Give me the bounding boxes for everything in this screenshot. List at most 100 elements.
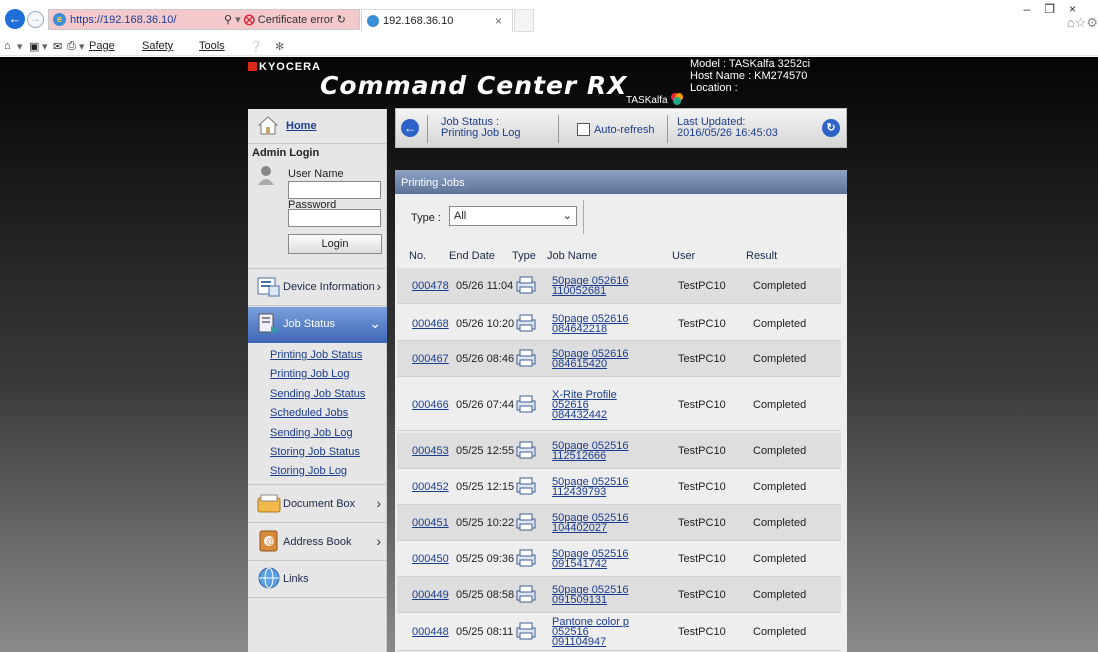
research-icon[interactable]: ✻ [275,40,284,53]
job-number-link[interactable]: 000467 [412,353,449,365]
help-icon[interactable]: ❔ [249,40,263,53]
sub-sending-job-log[interactable]: Sending Job Log [270,427,353,439]
sub-printing-job-log[interactable]: Printing Job Log [270,368,350,380]
browser-back-button[interactable]: ← [5,9,25,29]
browser-forward-button[interactable]: → [27,11,44,28]
device-information-icon [257,277,280,297]
job-name-link[interactable]: 50page 052516 091509131 [552,585,628,606]
search-icon[interactable]: ⚲ [224,14,232,26]
window-controls[interactable]: –❐× [1024,2,1090,16]
sub-storing-job-log[interactable]: Storing Job Log [270,465,347,477]
job-number-link[interactable]: 000449 [412,589,449,601]
job-name-line[interactable]: 091541742 [552,559,628,570]
address-bar[interactable]: e https://192.168.36.10/ ⚲ ▾ ⨂ Certifica… [48,9,360,30]
sidebar-item-links[interactable]: Links [248,562,387,596]
col-job-name: Job Name [547,250,598,262]
feeds-icon[interactable]: ▣ [29,40,39,53]
end-date: 05/25 09:36 [456,553,515,565]
cert-error-icon[interactable]: ⨂ [244,14,255,26]
job-name-line[interactable]: 084642218 [552,324,628,335]
job-name-link[interactable]: X-Rite Profile 052616 084432442 [552,390,617,421]
chevron-down-icon: ⌄ [369,315,381,331]
result-cell: Completed [753,318,807,330]
sidebar-item-address-book[interactable]: @ Address Book › [248,525,387,559]
job-name-link[interactable]: 50page 052616 084642218 [552,314,628,335]
printer-icon [516,314,536,332]
user-name-field[interactable] [288,181,381,199]
job-name-line[interactable]: 091509131 [552,595,628,606]
new-tab-button[interactable] [514,9,534,32]
job-name-link[interactable]: 50page 052516 091541742 [552,549,628,570]
browser-tab[interactable]: 192.168.36.10 × [361,9,513,32]
job-number-link[interactable]: 000468 [412,318,449,330]
sub-sending-job-status[interactable]: Sending Job Status [270,388,365,400]
job-name-line[interactable]: 084432442 [552,410,617,421]
login-button[interactable]: Login [288,234,382,254]
type-select-value: All [454,210,467,222]
job-name-link[interactable]: 50page 052516 112512666 [552,441,628,462]
refresh-icon[interactable]: ↻ [822,119,840,137]
job-number-link[interactable]: 000450 [412,553,449,565]
sidebar-item-device-information[interactable]: Device Information › [248,270,387,304]
job-name-link[interactable]: 50page 052616 084615420 [552,349,628,370]
job-status-title: Job Status : Printing Job Log [441,116,521,139]
job-number-link[interactable]: 000451 [412,517,449,529]
user-cell: TestPC10 [678,481,726,493]
job-name-line[interactable]: 112439793 [552,487,628,498]
job-number-link[interactable]: 000453 [412,445,449,457]
sidebar-home[interactable]: Home [248,109,387,143]
sub-scheduled-jobs[interactable]: Scheduled Jobs [270,407,348,419]
job-name-line[interactable]: 110052681 [552,286,628,297]
job-number-link[interactable]: 000452 [412,481,449,493]
job-number-link[interactable]: 000478 [412,280,449,292]
job-number-link[interactable]: 000448 [412,626,449,638]
end-date: 05/25 12:15 [456,481,515,493]
cert-error-label[interactable]: Certificate error [258,14,334,26]
password-field[interactable] [288,209,381,227]
home-icon[interactable]: ⌂ [4,40,11,52]
job-name-link[interactable]: 50page 052616 110052681 [552,276,628,297]
user-cell: TestPC10 [678,280,726,292]
admin-login-title: Admin Login [252,147,320,159]
auto-refresh-label[interactable]: Auto-refresh [594,124,655,136]
job-name-link[interactable]: 50page 052516 104402027 [552,513,628,534]
user-cell: TestPC10 [678,318,726,330]
job-name-line[interactable]: 084615420 [552,359,628,370]
job-name-link[interactable]: 50page 052516 112439793 [552,477,628,498]
job-number-link[interactable]: 000466 [412,399,449,411]
sub-storing-job-status[interactable]: Storing Job Status [270,446,360,458]
type-select[interactable]: All ⌄ [449,206,577,226]
safety-menu[interactable]: Safety [142,40,173,52]
tools-menu[interactable]: Tools [199,40,225,52]
refresh-icon[interactable]: ↻ [337,14,346,26]
user-cell: TestPC10 [678,517,726,529]
mail-icon[interactable]: ✉ [53,40,62,53]
col-result: Result [746,250,778,262]
job-name-link[interactable]: Pantone color p 052516 091104947 [552,617,629,648]
result-cell: Completed [753,399,807,411]
sub-printing-job-status[interactable]: Printing Job Status [270,349,362,361]
home-link[interactable]: Home [286,120,317,132]
kyocera-logo: KYOCERA [248,61,321,73]
end-date: 05/25 08:11 [456,626,514,638]
table-row: 000450 05/25 09:36 50page 052516 091541742 T… [397,541,841,577]
result-cell: Completed [753,589,807,601]
page-menu[interactable]: Page [89,40,115,52]
address-book-icon: @ [259,530,278,552]
sidebar-label-links: Links [283,573,309,585]
address-url[interactable]: https://192.168.36.10/ [70,14,176,26]
print-icon[interactable]: ⎙ [67,40,76,53]
toolbar-icons[interactable]: ⌂☆⚙ [1067,15,1098,31]
job-name-line[interactable]: 104402027 [552,523,628,534]
end-date: 05/26 10:20 [456,318,515,330]
sidebar-item-job-status[interactable]: Job Status ⌄ [248,307,387,343]
job-status-bar: ← Job Status : Printing Job Log Auto-ref… [395,108,847,148]
back-icon[interactable]: ← [401,119,419,137]
sidebar-item-document-box[interactable]: Document Box › [248,487,387,521]
tab-close-icon[interactable]: × [495,14,502,28]
job-name-line[interactable]: 112512666 [552,451,628,462]
app-title: Command Center RX [320,71,628,100]
auto-refresh-checkbox[interactable] [577,123,590,136]
col-no: No. [409,250,427,262]
job-name-line[interactable]: 091104947 [552,637,629,648]
